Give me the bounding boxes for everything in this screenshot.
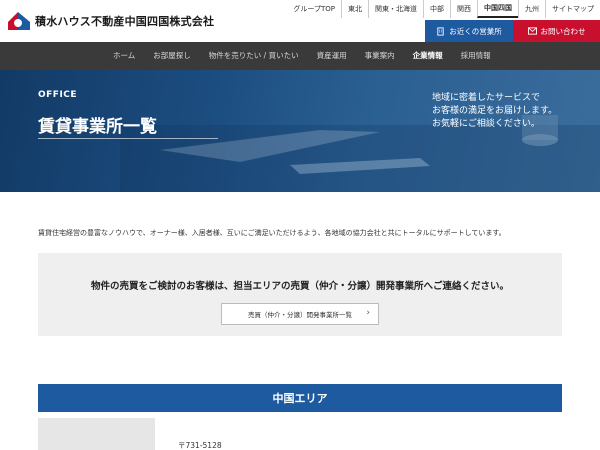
hero-divider xyxy=(38,138,218,139)
hero-banner: OFFICE 賃貸事業所一覧 地域に密着したサービスで お客様の満足をお届けしま… xyxy=(0,70,600,192)
group-nav-chugoku-shikoku[interactable]: 中国四国 xyxy=(477,0,518,18)
sales-office-notice: 物件の売買をご検討のお客様は、担当エリアの売買（仲介・分譲）開発事業所へご連絡く… xyxy=(38,253,562,336)
group-nav-chubu[interactable]: 中部 xyxy=(423,0,450,18)
hero-label: OFFICE xyxy=(38,90,78,100)
sales-office-list-button[interactable]: 売買（仲介・分譲）開発事業所一覧 › xyxy=(221,303,379,325)
mail-icon xyxy=(527,27,537,35)
sales-office-list-label: 売買（仲介・分譲）開発事業所一覧 xyxy=(248,311,352,319)
group-nav-tohoku[interactable]: 東北 xyxy=(341,0,368,18)
nav-buy-sell[interactable]: 物件を売りたい / 買いたい xyxy=(200,42,308,70)
nearby-office-button[interactable]: お近くの営業所 xyxy=(425,20,513,42)
contact-label: お問い合わせ xyxy=(540,26,586,36)
group-nav-kyushu[interactable]: 九州 xyxy=(518,0,545,18)
intro-text: 賃貸住宅経営の豊富なノウハウで、オーナー様、入居者様、互いにご満足いただけるよう… xyxy=(38,229,506,237)
group-nav-top[interactable]: グループTOP xyxy=(287,0,341,18)
sitemap-link[interactable]: サイトマップ xyxy=(545,0,600,18)
top-header: 積水ハウス不動産中国四国株式会社 グループTOP 東北 関東・北海道 中部 関西… xyxy=(0,0,600,42)
hero-subtitle: 地域に密着したサービスで お客様の満足をお届けします。 お気軽にご相談ください。 xyxy=(432,92,557,131)
building-icon xyxy=(437,26,444,36)
contact-button[interactable]: お問い合わせ xyxy=(513,20,600,42)
group-nav-kanto[interactable]: 関東・北海道 xyxy=(368,0,423,18)
office-postal-code: 〒731-5128 xyxy=(178,441,222,450)
company-logo-icon[interactable] xyxy=(6,8,32,32)
area-title: 中国エリア xyxy=(272,392,328,405)
sales-notice-title: 物件の売買をご検討のお客様は、担当エリアの売買（仲介・分譲）開発事業所へご連絡く… xyxy=(90,281,509,292)
nav-recruit[interactable]: 採用情報 xyxy=(452,42,500,70)
group-nav: グループTOP 東北 関東・北海道 中部 関西 中国四国 九州 サイトマップ xyxy=(287,0,600,18)
chevron-right-icon: › xyxy=(366,308,370,318)
company-name[interactable]: 積水ハウス不動産中国四国株式会社 xyxy=(35,13,214,29)
nav-company-info[interactable]: 企業情報 xyxy=(404,42,452,70)
page-title: 賃貸事業所一覧 xyxy=(38,117,157,137)
area-header: 中国エリア xyxy=(38,384,562,412)
main-nav: ホーム お部屋探し 物件を売りたい / 買いたい 資産運用 事業案内 企業情報 … xyxy=(0,42,600,70)
nav-business[interactable]: 事業案内 xyxy=(356,42,404,70)
hero-subtitle-line: 地域に密着したサービスで xyxy=(432,93,541,103)
nav-room-search[interactable]: お部屋探し xyxy=(144,42,200,70)
nearby-office-label: お近くの営業所 xyxy=(449,26,502,36)
hero-subtitle-line: お気軽にご相談ください。 xyxy=(432,119,540,129)
nav-home[interactable]: ホーム xyxy=(104,42,144,70)
office-photo xyxy=(38,418,155,450)
nav-asset-management[interactable]: 資産運用 xyxy=(308,42,356,70)
hero-subtitle-line: お客様の満足をお届けします。 xyxy=(432,106,558,116)
hero-background-image xyxy=(120,115,600,192)
group-nav-kansai[interactable]: 関西 xyxy=(450,0,477,18)
